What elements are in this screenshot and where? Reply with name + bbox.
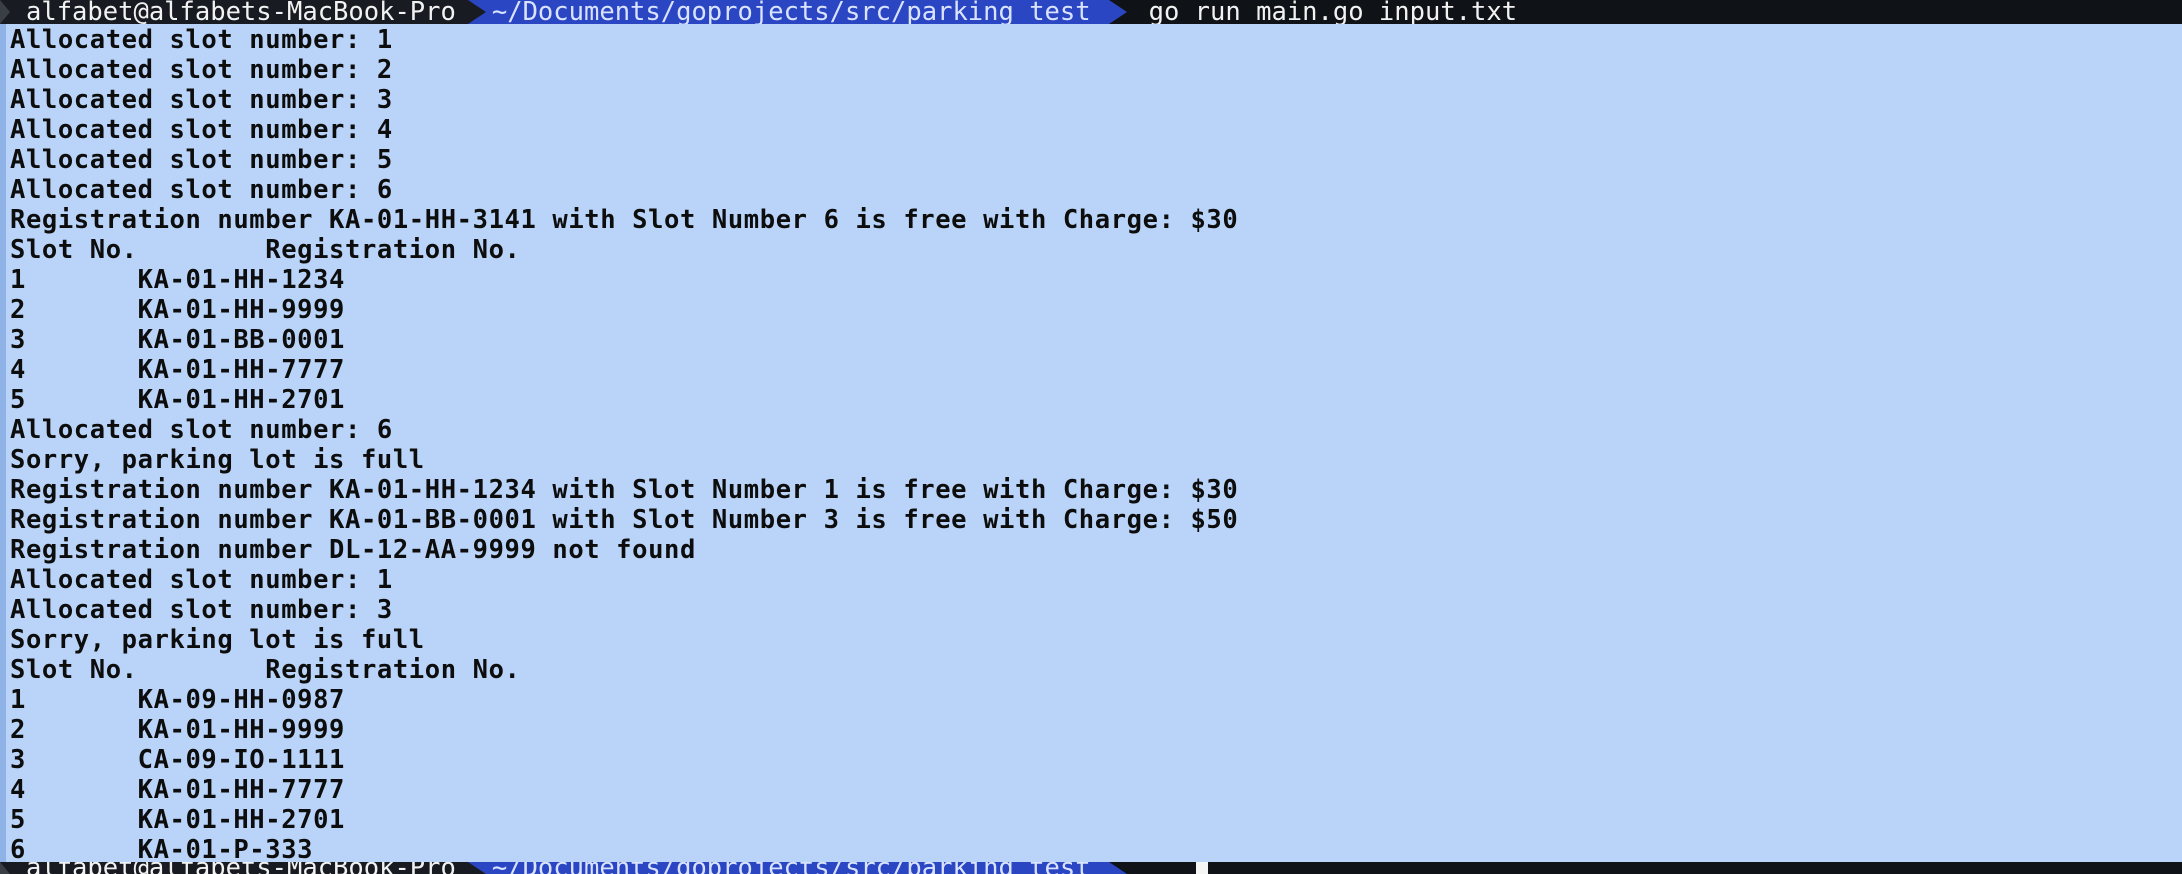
output-line: 4 KA-01-HH-7777: [10, 355, 345, 385]
output-line: Allocated slot number: 1: [10, 565, 393, 595]
output-line: Registration number KA-01-BB-0001 with S…: [10, 505, 1239, 535]
output-line: Allocated slot number: 2: [10, 55, 393, 85]
prompt-command: go run main.go input.txt: [1148, 0, 1518, 24]
powerline-separator-icon: [467, 862, 486, 874]
powerline-separator-icon: [1108, 862, 1127, 874]
prompt-path-segment: ~/Documents/goprojects/src/parking_test: [485, 0, 1109, 24]
output-line: 4 KA-01-HH-7777: [10, 775, 345, 805]
output-line: 1 KA-09-HH-0987: [10, 685, 345, 715]
output-line: Registration number KA-01-HH-1234 with S…: [10, 475, 1239, 505]
terminal-cursor: [1196, 862, 1208, 874]
output-line: Sorry, parking lot is full: [10, 445, 425, 475]
powerline-separator-icon: [1108, 0, 1127, 24]
output-line: 2 KA-01-HH-9999: [10, 295, 345, 325]
output-line: Sorry, parking lot is full: [10, 625, 425, 655]
terminal-output[interactable]: Allocated slot number: 1 Allocated slot n…: [10, 25, 1238, 865]
output-line: Allocated slot number: 1: [10, 25, 393, 55]
prompt-user-segment: alfabet@alfabets-MacBook-Pro: [0, 0, 468, 24]
output-line: Allocated slot number: 4: [10, 115, 393, 145]
terminal-window[interactable]: alfabet@alfabets-MacBook-Pro ~/Documents…: [0, 0, 2182, 874]
output-line: Allocated slot number: 6: [10, 175, 393, 205]
output-line: Allocated slot number: 5: [10, 145, 393, 175]
output-line: Registration number DL-12-AA-9999 not fo…: [10, 535, 696, 565]
output-line: 2 KA-01-HH-9999: [10, 715, 345, 745]
output-line: 6 KA-01-P-333: [10, 835, 314, 865]
prompt-line: alfabet@alfabets-MacBook-Pro ~/Documents…: [0, 0, 2182, 24]
next-prompt-path-segment: ~/Documents/goprojects/src/parking_test: [485, 862, 1109, 874]
next-prompt-user-segment: alfabet@alfabets-MacBook-Pro: [0, 862, 468, 874]
output-line: Registration number KA-01-HH-3141 with S…: [10, 205, 1239, 235]
next-prompt-line: alfabet@alfabets-MacBook-Pro ~/Documents…: [0, 862, 2182, 874]
output-line: 1 KA-01-HH-1234: [10, 265, 345, 295]
output-line: Allocated slot number: 3: [10, 85, 393, 115]
selection-left-edge: [0, 24, 6, 862]
output-line: 3 CA-09-IO-1111: [10, 745, 345, 775]
output-line: Allocated slot number: 6: [10, 415, 393, 445]
output-line: 5 KA-01-HH-2701: [10, 805, 345, 835]
output-line: 3 KA-01-BB-0001: [10, 325, 345, 355]
output-line: Slot No. Registration No.: [10, 235, 521, 265]
output-line: Slot No. Registration No.: [10, 655, 521, 685]
powerline-separator-icon: [467, 0, 486, 24]
output-line: 5 KA-01-HH-2701: [10, 385, 345, 415]
output-line: Allocated slot number: 3: [10, 595, 393, 625]
